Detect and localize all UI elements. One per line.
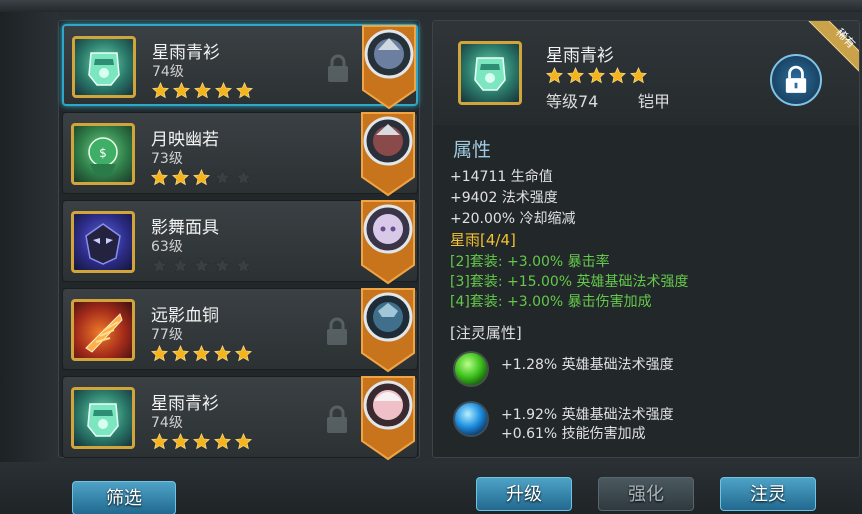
star-empty-icon xyxy=(214,169,231,186)
infuse-button[interactable]: 注灵 xyxy=(720,477,816,511)
item-name: 影舞面具 xyxy=(151,218,219,238)
star-empty-icon xyxy=(172,257,189,274)
item-level: 74级 xyxy=(152,64,184,80)
set-bonus: [2]套装: +3.00% 暴击率 xyxy=(450,254,610,270)
hero-portrait-icon xyxy=(361,288,415,373)
item-name: 远影血铜 xyxy=(151,306,219,326)
star-filled-icon xyxy=(235,345,252,362)
star-filled-icon xyxy=(214,433,231,450)
star-rating xyxy=(151,433,252,450)
green-gem-icon xyxy=(453,351,489,387)
item-name: 月映幽若 xyxy=(151,130,219,150)
star-rating xyxy=(151,345,252,362)
item-name: 星雨青衫 xyxy=(152,43,220,63)
star-empty-icon xyxy=(151,257,168,274)
item-level: 77级 xyxy=(151,327,183,343)
star-filled-icon xyxy=(194,82,211,99)
top-frame xyxy=(0,0,862,12)
detail-type: 铠甲 xyxy=(638,92,671,111)
spirit-title: [注灵属性] xyxy=(450,324,522,342)
svg-text:$: $ xyxy=(99,146,107,160)
list-item[interactable]: 星雨青衫 74级 xyxy=(62,24,418,110)
star-filled-icon xyxy=(193,169,210,186)
robe-icon xyxy=(72,36,136,98)
star-rating xyxy=(151,257,252,274)
star-empty-icon xyxy=(193,257,210,274)
star-filled-icon xyxy=(193,433,210,450)
star-filled-icon xyxy=(173,82,190,99)
lock-icon[interactable] xyxy=(325,405,349,435)
list-item[interactable]: 远影血铜 77级 xyxy=(62,288,418,373)
star-empty-icon xyxy=(235,257,252,274)
item-name: 星雨青衫 xyxy=(151,394,219,414)
lock-icon[interactable] xyxy=(325,317,349,347)
star-filled-icon xyxy=(546,67,563,84)
star-filled-icon xyxy=(609,67,626,84)
equipment-detail-panel: 星雨青衫 等级74 铠甲 稀有 属性 +14711 生命值 +9402 法术强度… xyxy=(432,20,860,458)
stat-line: +14711 生命值 xyxy=(450,169,553,185)
list-item[interactable]: 影舞面具 63级 xyxy=(62,200,418,285)
star-filled-icon xyxy=(630,67,647,84)
item-level: 74级 xyxy=(151,415,183,431)
star-filled-icon xyxy=(151,169,168,186)
enhance-button[interactable]: 强化 xyxy=(598,477,694,511)
set-bonus: [4]套装: +3.00% 暴击伤害加成 xyxy=(450,294,652,310)
star-empty-icon xyxy=(214,257,231,274)
star-filled-icon xyxy=(588,67,605,84)
star-filled-icon xyxy=(215,82,232,99)
star-filled-icon xyxy=(235,433,252,450)
robe-icon xyxy=(71,387,135,449)
armor-icon: $ xyxy=(71,123,135,185)
hero-portrait-icon xyxy=(361,376,415,461)
upgrade-button[interactable]: 升级 xyxy=(476,477,572,511)
spirit-line: +1.28% 英雄基础法术强度 xyxy=(501,357,674,373)
star-filled-icon xyxy=(151,433,168,450)
star-filled-icon xyxy=(152,82,169,99)
star-filled-icon xyxy=(236,82,253,99)
filter-button[interactable]: 筛选 xyxy=(72,481,176,514)
detail-level: 等级74 xyxy=(546,92,599,111)
spirit-line: +1.92% 英雄基础法术强度 xyxy=(501,407,674,423)
hero-portrait-icon xyxy=(361,112,415,197)
mask-icon xyxy=(71,211,135,273)
attributes-title: 属性 xyxy=(453,139,492,161)
item-level: 63级 xyxy=(151,239,183,255)
item-level: 73级 xyxy=(151,151,183,167)
star-filled-icon xyxy=(193,345,210,362)
star-rating xyxy=(546,67,647,84)
star-filled-icon xyxy=(172,345,189,362)
hero-portrait-icon xyxy=(362,25,416,110)
set-bonus: [3]套装: +15.00% 英雄基础法术强度 xyxy=(450,274,689,290)
star-filled-icon xyxy=(172,169,189,186)
spirit-line: +0.61% 技能伤害加成 xyxy=(501,426,646,442)
stat-line: +20.00% 冷却缩减 xyxy=(450,211,576,227)
star-filled-icon xyxy=(172,433,189,450)
star-filled-icon xyxy=(567,67,584,84)
star-empty-icon xyxy=(235,169,252,186)
detail-item-name: 星雨青衫 xyxy=(546,46,614,66)
list-item[interactable]: $ 月映幽若 73级 xyxy=(62,112,418,197)
list-item[interactable]: 星雨青衫 74级 xyxy=(62,376,418,461)
lock-icon[interactable] xyxy=(326,54,350,84)
robe-icon xyxy=(458,41,522,105)
left-frame xyxy=(0,12,58,514)
star-filled-icon xyxy=(214,345,231,362)
set-title: 星雨[4/4] xyxy=(450,231,516,249)
claw-icon xyxy=(71,299,135,361)
star-filled-icon xyxy=(151,345,168,362)
star-rating xyxy=(151,169,252,186)
hero-portrait-icon xyxy=(361,200,415,285)
blue-gem-icon xyxy=(453,401,489,437)
stat-line: +9402 法术强度 xyxy=(450,190,558,206)
equipment-list[interactable]: 星雨青衫 74级 $ 月映幽若 73级 影舞面具 63级 远影血铜 77级 星雨… xyxy=(58,20,420,461)
star-rating xyxy=(152,82,253,99)
rarity-ribbon: 稀有 xyxy=(808,21,859,72)
